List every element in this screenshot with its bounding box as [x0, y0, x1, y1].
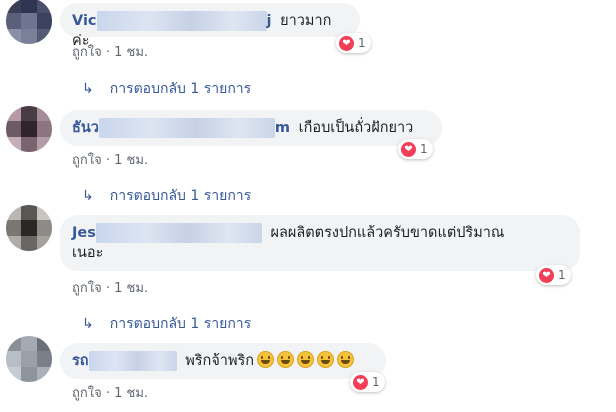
timestamp[interactable]: 1 ชม.: [114, 45, 148, 60]
separator: ·: [105, 45, 110, 60]
grinning-face-emoji: [297, 351, 315, 368]
comment-text-line2: เนอะ: [72, 245, 104, 261]
reaction-summary[interactable]: ❤ 1: [398, 139, 433, 159]
grinning-face-emoji: [317, 351, 335, 368]
grinning-face-emoji: [257, 351, 275, 368]
avatar[interactable]: [6, 336, 52, 382]
redacted-name: [88, 351, 177, 371]
comment-text: พริกจ้าพริก: [185, 353, 255, 369]
comment-bubble: ธันว m เกือบเป็นถั่วฝักยาว: [60, 110, 442, 146]
avatar[interactable]: [6, 106, 52, 152]
redacted-name: [96, 11, 267, 31]
reaction-summary[interactable]: ❤ 1: [536, 265, 571, 285]
comment-bubble: Jes ผลผลิตตรงปกแล้วครับขาดแต่ปริมาณ เนอะ: [60, 215, 580, 271]
avatar[interactable]: [6, 0, 52, 44]
view-replies-link[interactable]: ↳ การตอบกลับ 1 รายการ: [82, 313, 251, 335]
author-name-suffix[interactable]: j: [267, 13, 272, 29]
comment-meta: ถูกใจ · 1 ชม.: [72, 41, 148, 62]
comment-text-line1: ผลผลิตตรงปกแล้วครับขาดแต่ปริมาณ: [270, 225, 505, 241]
reaction-summary[interactable]: ❤ 1: [350, 372, 385, 392]
separator: ·: [105, 153, 110, 168]
redacted-name: [95, 223, 262, 243]
timestamp[interactable]: 1 ชม.: [114, 281, 148, 296]
love-reaction-icon: ❤: [401, 141, 416, 157]
reply-arrow-icon: ↳: [82, 81, 94, 97]
comment-bubble: Vic j ยาวมากค่ะ: [60, 3, 360, 49]
replies-label[interactable]: การตอบกลับ 1 รายการ: [110, 78, 251, 100]
reply-arrow-icon: ↳: [82, 188, 94, 204]
comment-meta: ถูกใจ · 1 ชม.: [72, 149, 148, 170]
love-reaction-icon: ❤: [539, 267, 554, 283]
separator: ·: [105, 281, 110, 296]
comment-meta: ถูกใจ · 1 ชม.: [72, 277, 148, 298]
timestamp[interactable]: 1 ชม.: [114, 153, 148, 168]
author-name[interactable]: Jes: [72, 225, 96, 241]
comment-text: เกือบเป็นถั่วฝักยาว: [298, 120, 414, 136]
grinning-face-emoji: [277, 351, 295, 368]
timestamp[interactable]: 1 ชม.: [114, 386, 148, 401]
separator: ·: [105, 386, 110, 401]
like-link[interactable]: ถูกใจ: [72, 45, 102, 60]
like-link[interactable]: ถูกใจ: [72, 281, 102, 296]
view-replies-link[interactable]: ↳ การตอบกลับ 1 รายการ: [82, 185, 251, 207]
reaction-count: 1: [420, 142, 428, 156]
like-link[interactable]: ถูกใจ: [72, 153, 102, 168]
love-reaction-icon: ❤: [353, 374, 368, 390]
author-name[interactable]: Vic: [72, 13, 97, 29]
grinning-face-emoji: [337, 351, 355, 368]
redacted-name: [98, 118, 275, 138]
like-link[interactable]: ถูกใจ: [72, 386, 102, 401]
reaction-count: 1: [558, 268, 566, 282]
author-name[interactable]: รถ: [72, 353, 89, 369]
reaction-summary[interactable]: ❤ 1: [336, 33, 371, 53]
author-name[interactable]: ธันว: [72, 120, 99, 136]
reaction-count: 1: [358, 36, 366, 50]
comment-bubble: รถ พริกจ้าพริก: [60, 343, 386, 379]
avatar[interactable]: [6, 205, 52, 251]
replies-label[interactable]: การตอบกลับ 1 รายการ: [110, 185, 251, 207]
reply-arrow-icon: ↳: [82, 316, 94, 332]
comment-meta: ถูกใจ · 1 ชม.: [72, 382, 148, 403]
replies-label[interactable]: การตอบกลับ 1 รายการ: [110, 313, 251, 335]
author-name-suffix[interactable]: m: [275, 120, 290, 136]
view-replies-link[interactable]: ↳ การตอบกลับ 1 รายการ: [82, 78, 251, 100]
reaction-count: 1: [372, 375, 380, 389]
love-reaction-icon: ❤: [339, 35, 354, 51]
